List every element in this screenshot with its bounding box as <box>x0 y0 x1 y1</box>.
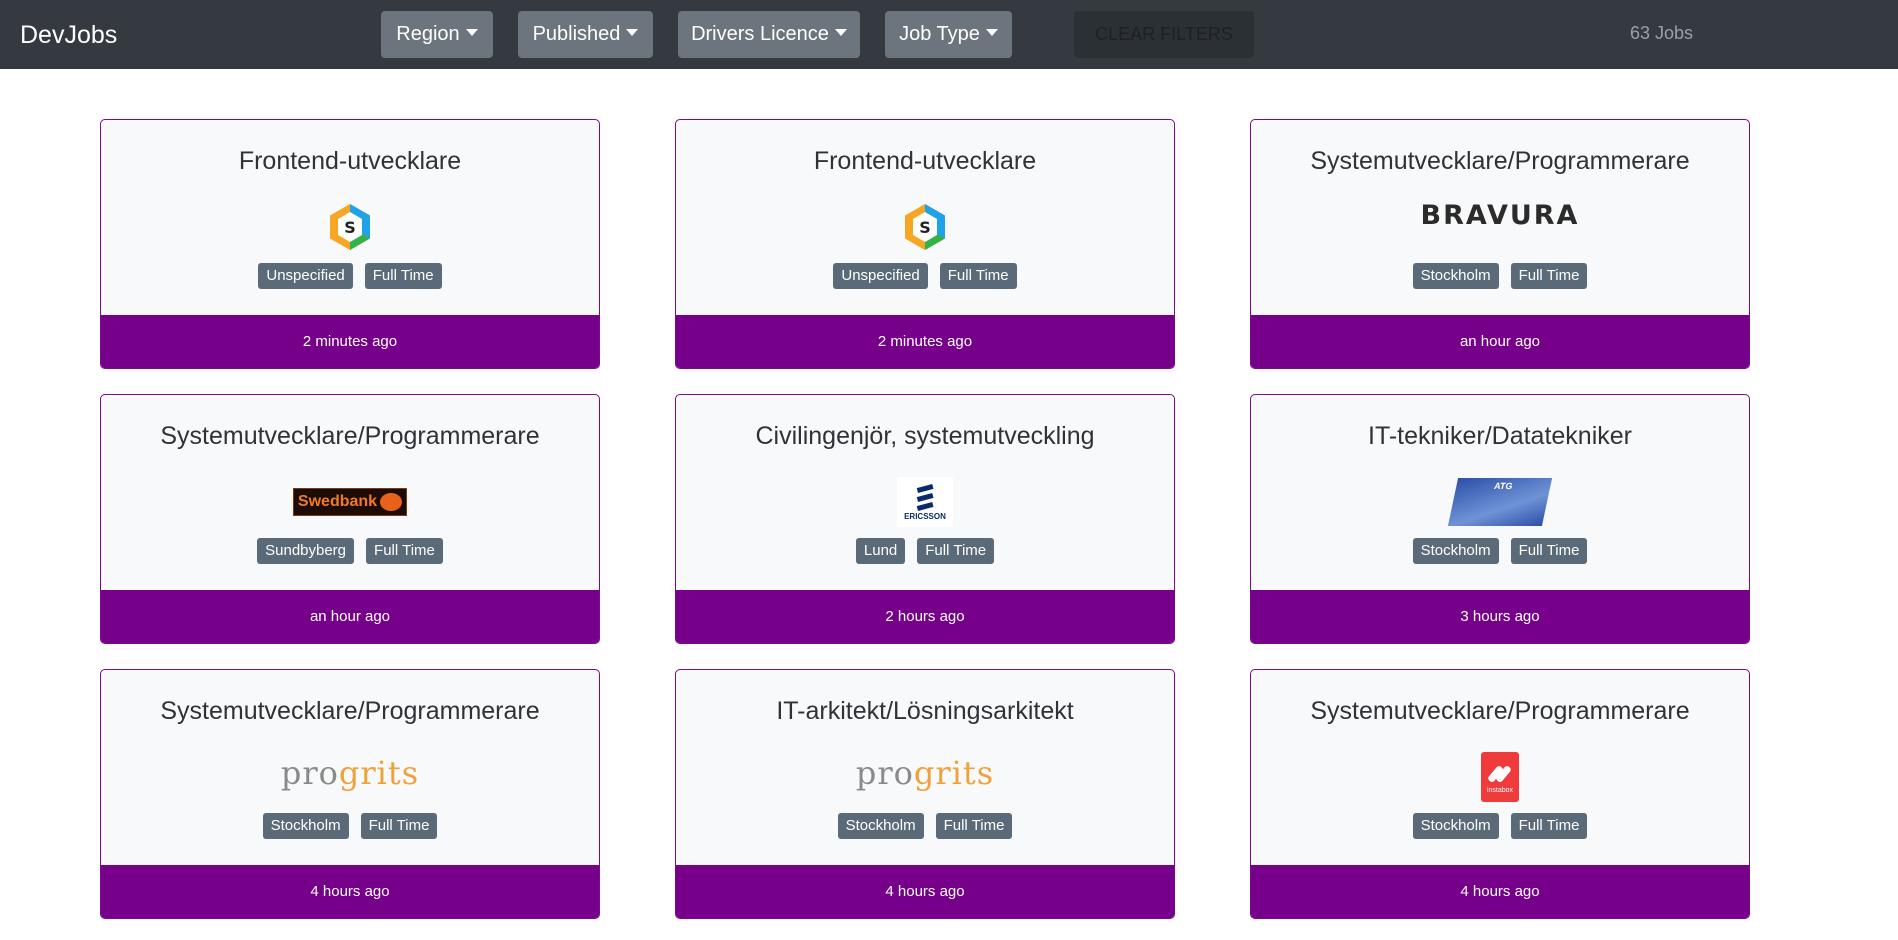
job-type-badge: Full Time <box>364 263 442 289</box>
svg-text:S: S <box>919 218 931 237</box>
job-card[interactable]: Civilingenjör, systemutveckling ERICSSON… <box>675 394 1175 644</box>
caret-down-icon <box>834 29 847 36</box>
hexagon-s-logo-icon: S <box>330 204 370 250</box>
job-type-badge: Full Time <box>1510 813 1588 839</box>
company-logo: instabox <box>1251 750 1749 804</box>
company-logo: BRAVURA <box>1251 200 1749 254</box>
ericsson-logo-text: ERICSSON <box>904 511 946 521</box>
job-type-badge: Full Time <box>1510 263 1588 289</box>
company-logo: progrits <box>101 746 599 800</box>
location-badge: Lund <box>855 538 906 564</box>
instabox-logo-text: instabox <box>1486 786 1514 794</box>
job-title: Frontend-utvecklare <box>813 147 1037 175</box>
job-card[interactable]: Systemutvecklare/Programmerare Swedbank … <box>100 394 600 644</box>
drivers-licence-dropdown-label: Drivers Licence <box>691 23 829 45</box>
drivers-licence-dropdown-button[interactable]: Drivers Licence <box>678 11 860 58</box>
job-card[interactable]: Systemutvecklare/Programmerare progrits … <box>100 669 600 919</box>
job-title: Systemutvecklare/Programmerare <box>1310 147 1690 175</box>
job-type-badge: Full Time <box>917 538 995 564</box>
instabox-logo: instabox <box>1481 752 1519 802</box>
job-card[interactable]: Frontend-utvecklare S Unspecified Full T… <box>100 119 600 369</box>
job-type-dropdown-label: Job Type <box>899 23 980 45</box>
job-card[interactable]: Frontend-utvecklare S Unspecified Full T… <box>675 119 1175 369</box>
job-type-badge: Full Time <box>360 813 438 839</box>
job-count: 63 Jobs <box>1630 23 1694 43</box>
published-time: 2 minutes ago <box>676 315 1174 368</box>
published-time: 4 hours ago <box>1251 865 1749 918</box>
location-badge: Stockholm <box>262 813 349 839</box>
caret-down-icon <box>626 29 639 36</box>
published-time: 2 hours ago <box>676 590 1174 643</box>
location-badge: Stockholm <box>837 813 924 839</box>
caret-down-icon <box>985 29 998 36</box>
published-dropdown-button[interactable]: Published <box>518 11 653 58</box>
company-logo: ATG <box>1251 475 1749 529</box>
svg-text:S: S <box>344 218 356 237</box>
job-card[interactable]: Systemutvecklare/Programmerare instabox … <box>1250 669 1750 919</box>
job-title: Civilingenjör, systemutveckling <box>755 422 1095 450</box>
job-card[interactable]: IT-tekniker/Datatekniker ATG Stockholm F… <box>1250 394 1750 644</box>
clear-filters-button[interactable]: CLEAR FILTERS <box>1074 11 1254 58</box>
job-type-badge: Full Time <box>939 263 1017 289</box>
progrits-logo: progrits <box>855 754 995 792</box>
swedbank-oak-icon <box>380 493 403 511</box>
caret-down-icon <box>465 29 478 36</box>
published-dropdown-label: Published <box>532 23 621 45</box>
job-title: Systemutvecklare/Programmerare <box>1310 697 1690 725</box>
published-time: an hour ago <box>101 590 599 643</box>
company-logo: Swedbank <box>101 475 599 529</box>
bravura-logo: BRAVURA <box>1420 200 1580 231</box>
job-title: IT-tekniker/Datatekniker <box>1368 422 1632 450</box>
job-title: Systemutvecklare/Programmerare <box>160 422 540 450</box>
region-dropdown-button[interactable]: Region <box>381 11 493 58</box>
job-title: Systemutvecklare/Programmerare <box>160 697 540 725</box>
job-type-dropdown-button[interactable]: Job Type <box>885 11 1012 58</box>
atg-logo: ATG <box>1447 478 1553 526</box>
swedbank-logo: Swedbank <box>293 488 407 516</box>
job-card[interactable]: Systemutvecklare/Programmerare BRAVURA S… <box>1250 119 1750 369</box>
company-logo: S <box>101 200 599 254</box>
published-time: 4 hours ago <box>676 865 1174 918</box>
job-title: Frontend-utvecklare <box>238 147 462 175</box>
swedbank-logo-text: Swedbank <box>297 493 378 510</box>
progrits-logo: progrits <box>280 754 420 792</box>
published-time: 4 hours ago <box>101 865 599 918</box>
location-badge: Stockholm <box>1412 538 1499 564</box>
atg-logo-text: ATG <box>1493 481 1514 491</box>
job-title: IT-arkitekt/Lösningsarkitekt <box>776 697 1074 725</box>
instabox-mark-icon <box>1488 765 1511 782</box>
region-dropdown-label: Region <box>396 23 460 45</box>
published-time: 3 hours ago <box>1251 590 1749 643</box>
location-badge: Unspecified <box>258 263 353 289</box>
location-badge: Sundbyberg <box>257 538 355 564</box>
published-time: 2 minutes ago <box>101 315 599 368</box>
company-logo: ERICSSON <box>676 475 1174 529</box>
ericsson-logo: ERICSSON <box>897 477 953 527</box>
location-badge: Unspecified <box>833 263 928 289</box>
company-logo: progrits <box>676 746 1174 800</box>
ericsson-mark-icon <box>916 483 934 511</box>
brand-logo[interactable]: DevJobs <box>20 20 117 50</box>
published-time: an hour ago <box>1251 315 1749 368</box>
job-type-badge: Full Time <box>935 813 1013 839</box>
company-logo: S <box>676 200 1174 254</box>
job-type-badge: Full Time <box>366 538 443 564</box>
location-badge: Stockholm <box>1412 813 1499 839</box>
location-badge: Stockholm <box>1412 263 1499 289</box>
top-navbar: DevJobs Region Published Drivers Licence… <box>0 0 1898 69</box>
job-card[interactable]: IT-arkitekt/Lösningsarkitekt progrits St… <box>675 669 1175 919</box>
hexagon-s-logo-icon: S <box>905 204 945 250</box>
job-type-badge: Full Time <box>1510 538 1588 564</box>
